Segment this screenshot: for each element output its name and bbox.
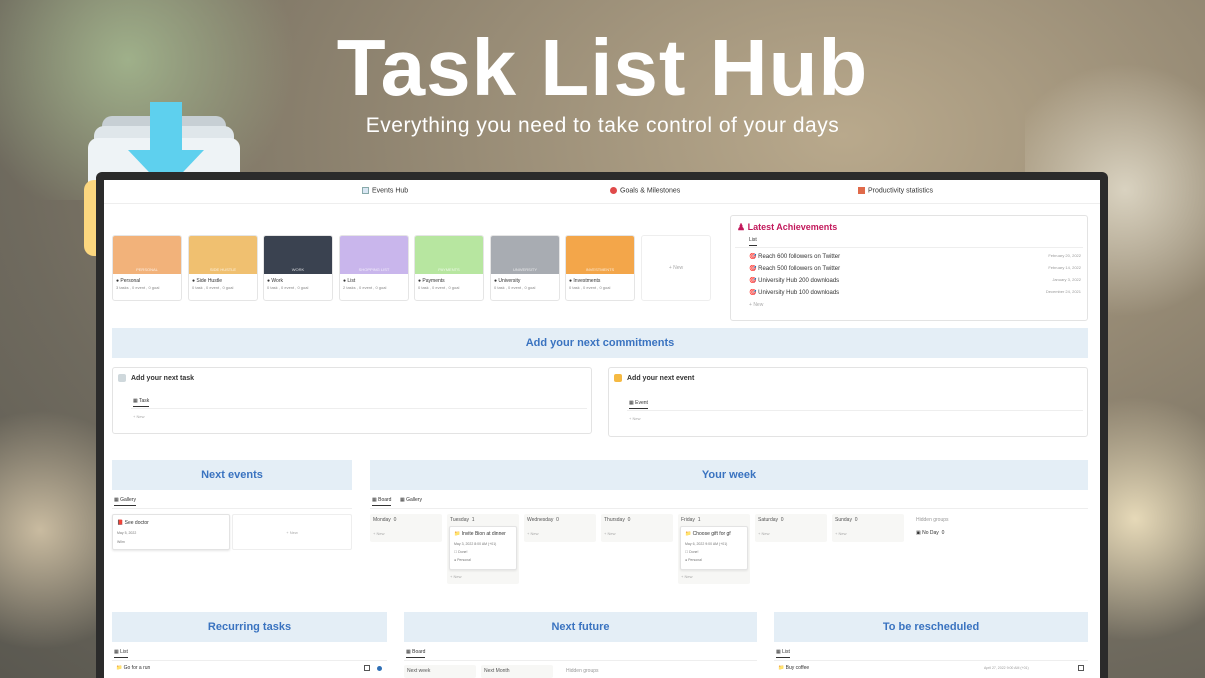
recurring-task-row[interactable]: 📁 Go for a run — [116, 665, 150, 671]
card-meta: 0 task , 0 event , 0 goal — [569, 285, 611, 290]
week-task-card[interactable]: 📁 Invite Bion at dinner May 3, 2022 8:00… — [449, 526, 517, 570]
card-cover: SHOPPING LIST — [340, 236, 408, 274]
achievements-tab-list[interactable]: List — [749, 237, 757, 246]
week-tab-gallery[interactable]: ▦ Gallery — [400, 497, 422, 503]
tuesday-new[interactable]: + New — [450, 574, 461, 579]
card-university[interactable]: UNIVERSITY ● University 0 task , 0 event… — [490, 235, 560, 301]
next-events-tab-gallery[interactable]: ▦ Gallery — [114, 497, 136, 506]
no-day-group[interactable]: ▣ No Day 0 — [916, 530, 944, 536]
commitments-banner: Add your next commitments — [112, 328, 1088, 358]
task-tab[interactable]: ▦ Task — [133, 398, 150, 407]
event-new-card[interactable]: + New — [232, 514, 352, 550]
card-name: ● List — [343, 278, 356, 284]
hero-title: Task List Hub — [336, 23, 869, 112]
card-cover: PAYMENTS — [415, 236, 483, 274]
task-new-button[interactable]: + New — [133, 414, 144, 419]
achievements-title: ♟ Latest Achievements — [737, 222, 838, 232]
nav-events-hub[interactable]: Events Hub — [362, 187, 408, 194]
event-tab[interactable]: ▦ Event — [629, 400, 648, 409]
card-work[interactable]: WORK ● Work 0 task , 0 event , 0 goal — [263, 235, 333, 301]
card-name: ● Personal — [116, 278, 141, 284]
card-cover: INVESTMENTS — [566, 236, 634, 274]
card-name: ● Investments — [569, 278, 601, 284]
calendar-icon — [362, 187, 369, 194]
reschedule-task-row[interactable]: 📁 Buy coffee — [778, 665, 809, 671]
notion-page: Events Hub Goals & Milestones Productivi… — [104, 180, 1100, 678]
card-meta: 0 task , 0 event , 0 goal — [192, 285, 234, 290]
card-name: ● Payments — [418, 278, 445, 284]
card-cover: SIDE HUSTLE — [189, 236, 257, 274]
event-new-button[interactable]: + New — [629, 416, 640, 421]
next-event-panel: Add your next event ▦ Event + New — [608, 367, 1088, 437]
future-banner: Next future — [404, 612, 757, 642]
card-name: ● University — [494, 278, 521, 284]
your-week-banner: Your week — [370, 460, 1088, 490]
achievement-row[interactable]: 🎯 University Hub 200 downloads January 3,… — [749, 277, 1081, 284]
reschedule-tab-list[interactable]: ▦ List — [776, 649, 790, 658]
card-meta: 2 tasks , 0 event , 0 goal — [343, 285, 387, 290]
clipboard-icon — [118, 374, 126, 382]
calendar-icon — [614, 374, 622, 382]
nav-goals[interactable]: Goals & Milestones — [610, 187, 680, 194]
week-tab-board[interactable]: ▦ Board — [372, 497, 392, 506]
thursday-new[interactable]: + New — [604, 531, 615, 536]
event-card[interactable]: 📕 See doctor May 5, 2022 Wilm — [112, 514, 230, 550]
achievement-row[interactable]: 🎯 University Hub 100 downloads December 2… — [749, 289, 1081, 296]
achievement-new-button[interactable]: + New — [749, 302, 763, 308]
new-card-button[interactable]: + New — [641, 235, 711, 301]
recurring-dot-icon — [377, 666, 382, 671]
saturday-new[interactable]: + New — [758, 531, 769, 536]
next-task-panel: Add your next task ▦ Task + New — [112, 367, 592, 434]
friday-new[interactable]: + New — [681, 574, 692, 579]
next-event-title: Add your next event — [627, 375, 695, 382]
card-name: ● Work — [267, 278, 283, 284]
reschedule-checkbox[interactable] — [1078, 665, 1084, 671]
trophy-icon — [610, 187, 617, 194]
card-payments[interactable]: PAYMENTS ● Payments 0 task , 0 event , 0… — [414, 235, 484, 301]
card-cover: UNIVERSITY — [491, 236, 559, 274]
future-tab-board[interactable]: ▦ Board — [406, 649, 426, 658]
card-list[interactable]: SHOPPING LIST ● List 2 tasks , 0 event ,… — [339, 235, 409, 301]
card-name: ● Side Hustle — [192, 278, 222, 284]
hidden-groups-label: Hidden groups — [916, 517, 949, 523]
card-personal[interactable]: PERSONAL ● Personal 3 tasks , 0 event , … — [112, 235, 182, 301]
card-meta: 3 tasks , 0 event , 0 goal — [116, 285, 160, 290]
reschedule-banner: To be rescheduled — [774, 612, 1088, 642]
next-task-title: Add your next task — [131, 375, 195, 382]
monday-new[interactable]: + New — [373, 531, 384, 536]
nav-stats[interactable]: Productivity statistics — [858, 187, 933, 194]
sunday-new[interactable]: + New — [835, 531, 846, 536]
card-meta: 0 task , 0 event , 0 goal — [418, 285, 460, 290]
achievement-row[interactable]: 🎯 Reach 600 followers on Twitter February… — [749, 253, 1081, 260]
card-cover: PERSONAL — [113, 236, 181, 274]
top-nav: Events Hub Goals & Milestones Productivi… — [104, 180, 1100, 204]
achievement-row[interactable]: 🎯 Reach 500 followers on Twitter February… — [749, 265, 1081, 272]
recurring-banner: Recurring tasks — [112, 612, 387, 642]
week-task-card[interactable]: 📁 Choose gift for gf May 6, 2022 9:00 AM… — [680, 526, 748, 570]
recurring-tab-list[interactable]: ▦ List — [114, 649, 128, 658]
achievements-panel: ♟ Latest Achievements List 🎯 Reach 600 f… — [730, 215, 1088, 321]
card-cover: WORK — [264, 236, 332, 274]
card-investments[interactable]: INVESTMENTS ● Investments 0 task , 0 eve… — [565, 235, 635, 301]
wednesday-new[interactable]: + New — [527, 531, 538, 536]
recurring-checkbox[interactable] — [364, 665, 370, 671]
card-side-hustle[interactable]: SIDE HUSTLE ● Side Hustle 0 task , 0 eve… — [188, 235, 258, 301]
card-meta: 0 task , 0 event , 0 goal — [494, 285, 536, 290]
next-events-banner: Next events — [112, 460, 352, 490]
card-meta: 0 task , 0 event , 0 goal — [267, 285, 309, 290]
chart-icon — [858, 187, 865, 194]
